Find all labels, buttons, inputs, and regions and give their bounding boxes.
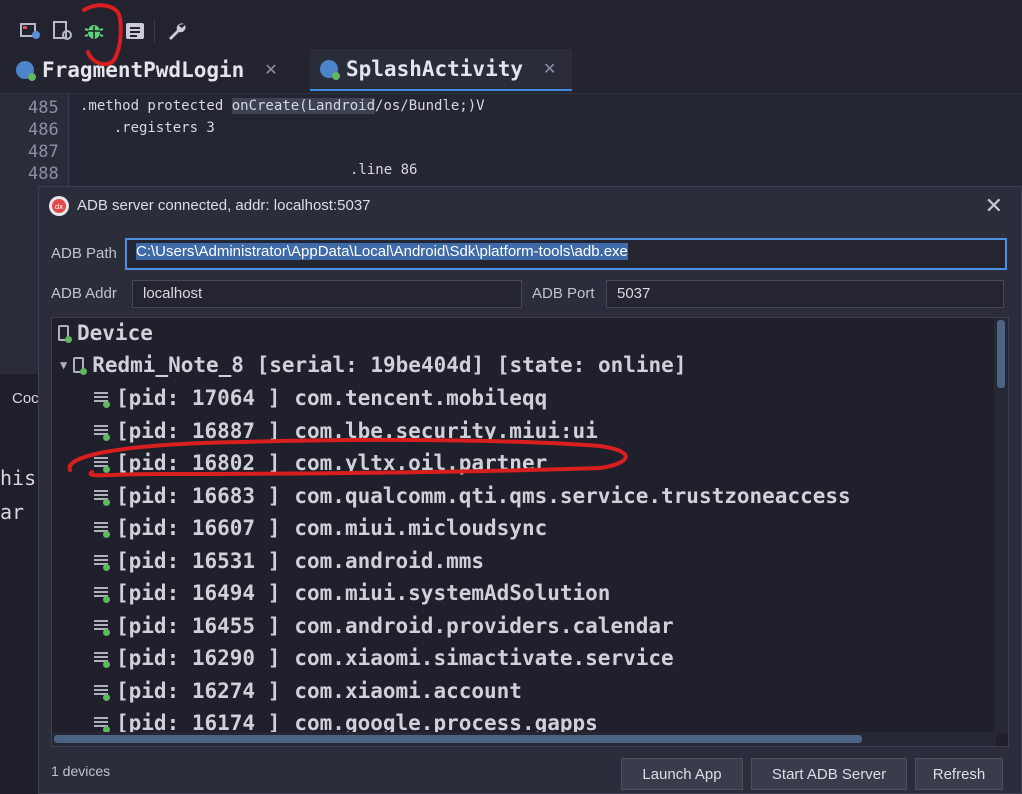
side-text-fragment: Coc	[12, 390, 39, 407]
process-icon	[94, 618, 110, 636]
process-pid: [pid: 17064 ]	[116, 386, 281, 410]
process-icon	[94, 553, 110, 571]
process-package: com.android.providers.calendar	[294, 613, 674, 638]
close-icon[interactable]: ✕	[264, 60, 277, 80]
device-icon	[58, 325, 72, 343]
refresh-button[interactable]: Refresh	[915, 758, 1003, 790]
process-row[interactable]: [pid: 16607 ] com.miui.micloudsync	[94, 513, 547, 543]
process-row[interactable]: [pid: 17064 ] com.tencent.mobileqq	[94, 383, 547, 413]
scrollbar-thumb[interactable]	[997, 320, 1005, 388]
log-list-icon[interactable]	[122, 18, 148, 44]
horizontal-scrollbar[interactable]	[52, 732, 996, 746]
adb-addr-input[interactable]: localhost	[132, 280, 522, 308]
adb-path-label: ADB Path	[51, 245, 117, 262]
tab-splash-activity[interactable]: SplashActivity ✕	[310, 49, 572, 91]
wrench-icon[interactable]	[164, 18, 190, 44]
process-row[interactable]: [pid: 16683 ] com.qualcomm.qti.qms.servic…	[94, 481, 851, 511]
dialog-title: ADB server connected, addr: localhost:50…	[77, 197, 371, 214]
process-package: com.lbe.security.miui:ui	[294, 418, 598, 443]
process-icon	[94, 488, 110, 506]
process-row[interactable]: [pid: 16531 ] com.android.mms	[94, 546, 484, 576]
process-pid: [pid: 16494 ]	[116, 581, 281, 605]
close-icon[interactable]: ✕	[985, 193, 1003, 219]
process-package: com.android.mms	[294, 548, 485, 573]
process-row[interactable]: [pid: 16290 ] com.xiaomi.simactivate.serv…	[94, 643, 674, 673]
process-row[interactable]: [pid: 16887 ] com.lbe.security.miui:ui	[94, 416, 598, 446]
tab-label: SplashActivity	[346, 57, 524, 81]
process-pid: [pid: 16683 ]	[116, 483, 281, 508]
start-adb-server-button[interactable]: Start ADB Server	[751, 758, 907, 790]
device-node[interactable]: ▼ Redmi_Note_8 [serial: 19be404d] [state:…	[60, 350, 686, 380]
process-icon	[94, 650, 110, 668]
process-icon	[94, 585, 110, 603]
process-pid: [pid: 16607 ]	[116, 516, 281, 540]
process-icon	[94, 715, 110, 733]
code-line: .registers 3	[80, 120, 215, 136]
side-text-fragment: ar	[0, 500, 25, 524]
code-token: /os/Bundle;)V	[375, 98, 485, 114]
line-number: 486	[28, 120, 59, 140]
device-search-icon[interactable]	[50, 18, 76, 44]
vertical-scrollbar[interactable]	[994, 318, 1008, 734]
code-line: .method protected onCreate(Landroid/os/B…	[80, 98, 485, 114]
side-text-fragment: his	[0, 466, 37, 490]
code-line: .line 86	[350, 162, 418, 178]
line-number: 488	[28, 164, 59, 184]
process-package: com.miui.micloudsync	[294, 516, 548, 540]
line-number: 487	[28, 142, 59, 162]
editor-tabs: FragmentPwdLogin ✕ SplashActivity ✕	[0, 49, 1022, 94]
debug-bug-icon[interactable]	[81, 18, 107, 44]
process-package: com.xiaomi.simactivate.service	[294, 646, 674, 670]
jadx-logo-icon: dx	[49, 196, 69, 216]
tree-root-label: Device	[77, 321, 153, 345]
close-icon[interactable]: ✕	[543, 59, 556, 79]
phone-icon	[73, 357, 88, 375]
process-icon	[94, 520, 110, 538]
process-icon	[94, 390, 110, 408]
process-icon	[94, 423, 110, 441]
device-count-status: 1 devices	[51, 763, 111, 779]
process-pid: [pid: 16455 ]	[116, 613, 281, 638]
process-pid: [pid: 16274 ]	[116, 678, 281, 703]
process-package: com.qualcomm.qti.qms.service.trustzoneac…	[294, 483, 851, 508]
process-pid: [pid: 16290 ]	[116, 646, 281, 670]
process-row[interactable]: [pid: 16802 ] com.yltx.oil.partner	[94, 448, 547, 478]
main-toolbar	[0, 0, 1022, 56]
project-structure-icon[interactable]	[18, 18, 44, 44]
code-highlight: onCreate(Landroid	[231, 98, 376, 114]
process-icon	[94, 455, 110, 473]
process-row[interactable]: [pid: 16494 ] com.miui.systemAdSolution	[94, 578, 610, 608]
launch-app-button[interactable]: Launch App	[621, 758, 743, 790]
process-row[interactable]: [pid: 16274 ] com.xiaomi.account	[94, 676, 522, 706]
smali-file-icon	[16, 61, 36, 81]
adb-addr-label: ADB Addr	[51, 285, 117, 302]
adb-port-label: ADB Port	[532, 285, 595, 302]
process-pid: [pid: 16531 ]	[116, 548, 281, 573]
expand-arrow-icon[interactable]: ▼	[60, 358, 67, 372]
process-package: com.miui.systemAdSolution	[294, 581, 611, 605]
process-icon	[94, 683, 110, 701]
tab-fragment-pwd-login[interactable]: FragmentPwdLogin ✕	[6, 49, 302, 91]
process-row[interactable]: [pid: 16455 ] com.android.providers.calen…	[94, 611, 674, 641]
adb-path-input[interactable]: C:\Users\Administrator\AppData\Local\And…	[125, 238, 1007, 270]
toolbar-separator	[154, 20, 155, 42]
tab-label: FragmentPwdLogin	[42, 58, 245, 82]
adb-dialog: dx ADB server connected, addr: localhost…	[38, 186, 1022, 794]
device-process-tree[interactable]: Device ▼ Redmi_Note_8 [serial: 19be404d] …	[51, 317, 1009, 747]
adb-path-value: C:\Users\Administrator\AppData\Local\And…	[136, 243, 628, 260]
scrollbar-thumb[interactable]	[54, 735, 862, 743]
process-pid: [pid: 16802 ]	[116, 451, 281, 475]
line-number: 485	[28, 98, 59, 118]
smali-file-icon	[320, 60, 340, 80]
process-package: com.tencent.mobileqq	[294, 386, 548, 410]
code-token: .method protected	[80, 98, 232, 114]
process-package: com.yltx.oil.partner	[294, 451, 548, 475]
adb-port-input[interactable]: 5037	[606, 280, 1004, 308]
process-package: com.xiaomi.account	[294, 678, 522, 703]
process-pid: [pid: 16887 ]	[116, 418, 281, 443]
side-panel-strip: Coc his ar	[0, 374, 40, 794]
device-node-label: Redmi_Note_8 [serial: 19be404d] [state: …	[92, 353, 687, 377]
tree-root[interactable]: Device	[58, 318, 153, 348]
svg-text:dx: dx	[55, 203, 64, 211]
